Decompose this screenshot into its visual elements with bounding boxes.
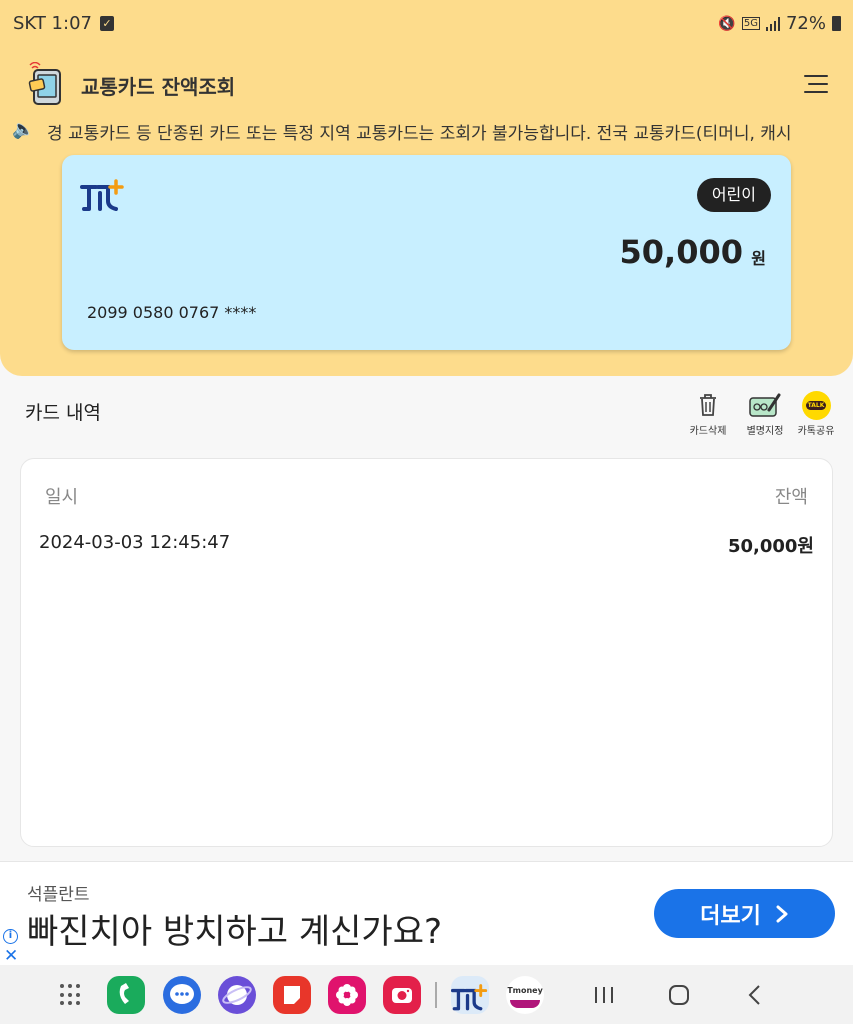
menu-icon[interactable] [804,74,828,94]
network-badge: 5G [741,17,760,30]
app-logo-icon [28,62,61,105]
system-nav-bar: Tmoney [0,965,853,1024]
ad-more-button[interactable]: 더보기 [654,889,835,938]
card-balance-unit: 원 [751,249,766,268]
battery-level: 72% [785,13,826,34]
notice-text: 경 교통카드 등 단종된 카드 또는 특정 지역 교통카드는 조회가 불가능합니… [47,124,792,144]
notice-marquee: 🔈 경 교통카드 등 단종된 카드 또는 특정 지역 교통카드는 조회가 불가능… [0,116,853,144]
status-bar: SKT 1:07 ✓ 🔇 5G 72% [0,0,853,50]
ad-banner[interactable]: 석플란트 빠진치아 방치하고 계신가요? 더보기 i ✕ [0,861,853,966]
gallery-app-icon[interactable] [328,976,366,1014]
internet-app-icon[interactable] [218,976,256,1014]
home-icon[interactable] [664,981,694,1009]
ad-brand: 석플란트 [27,885,90,905]
kakao-talk-icon: TALK [801,390,831,420]
column-date: 일시 [45,487,79,508]
messages-app-icon[interactable] [163,976,201,1014]
carrier-time: SKT 1:07 [13,13,92,34]
recent-apps-icon[interactable] [589,981,619,1009]
card-balance: 50,000 [619,233,743,271]
app-bar: 교통카드 잔액조회 [0,58,853,112]
set-nickname-label: 별명지정 [746,426,784,437]
app-title: 교통카드 잔액조회 [81,75,236,99]
ad-more-label: 더보기 [700,903,761,929]
signal-icon [765,16,780,31]
back-icon[interactable] [740,981,770,1009]
kakao-talk-badge: TALK [805,400,827,410]
tmoney-label: Tmoney [507,986,543,995]
speaker-icon: 🔈 [12,119,35,140]
history-table: 일시 잔액 2024-03-03 12:45:47 50,000원 [20,458,833,847]
phone-app-icon[interactable] [107,976,145,1014]
camera-app-icon[interactable] [383,976,421,1014]
delete-card-button[interactable]: 카드삭제 [683,390,733,437]
delete-card-label: 카드삭제 [689,426,727,437]
mute-icon: 🔇 [718,15,736,32]
task-check-icon: ✓ [99,16,114,31]
ad-info-icon[interactable]: i [3,929,18,944]
edit-card-icon [749,393,781,417]
row-date: 2024-03-03 12:45:47 [39,532,231,553]
card-brand-logo-icon [80,179,124,211]
header-area: SKT 1:07 ✓ 🔇 5G 72% 교통카드 잔액조회 🔈 경 교통카드 등… [0,0,853,376]
chevron-right-icon [776,905,788,922]
card-type-badge: 어린이 [696,178,771,212]
set-nickname-button[interactable]: 별명지정 [740,390,790,437]
row-balance: 50,000원 [727,536,814,557]
notes-app-icon[interactable] [273,976,311,1014]
app-drawer-icon[interactable] [60,984,82,1006]
history-title: 카드 내역 [25,402,101,424]
battery-icon [832,16,841,31]
trash-icon [700,394,716,416]
tmoney-app-icon[interactable]: Tmoney [506,976,544,1014]
ad-headline: 빠진치아 방치하고 계신가요? [27,912,443,952]
ad-close-icon[interactable]: ✕ [4,946,18,966]
transit-card-app-icon[interactable] [451,976,489,1014]
column-balance: 잔액 [774,487,808,508]
kakao-share-label: 카톡공유 [797,426,835,437]
transit-card[interactable]: 어린이 50,000 원 2099 0580 0767 **** [62,155,791,350]
card-number: 2099 0580 0767 **** [87,303,257,322]
dock-divider [435,982,437,1008]
kakao-share-button[interactable]: TALK 카톡공유 [791,390,841,437]
